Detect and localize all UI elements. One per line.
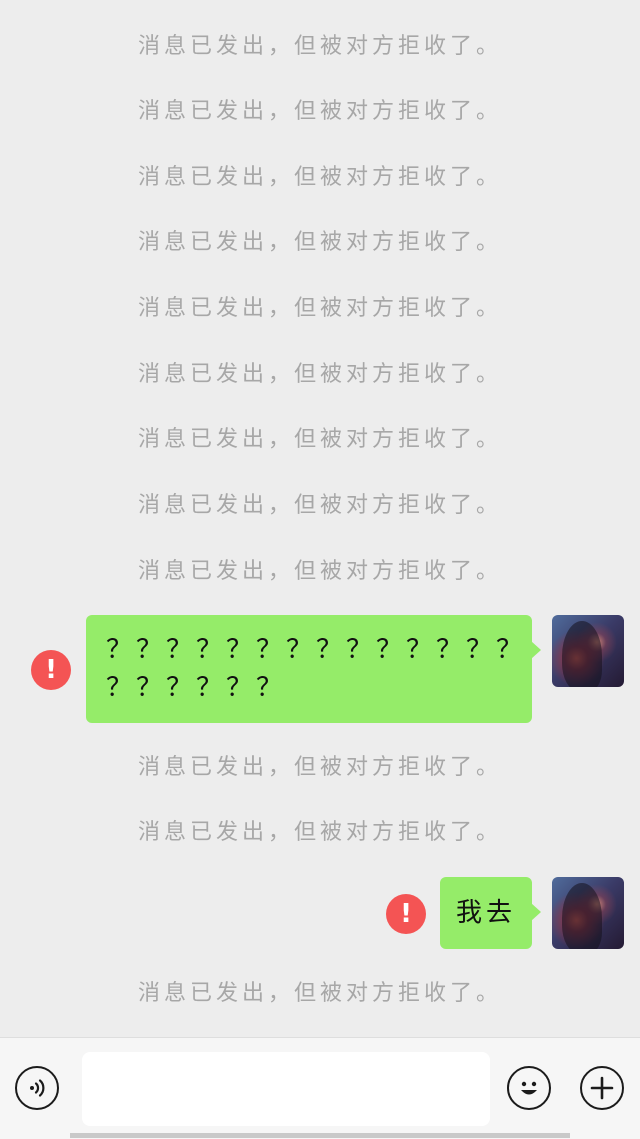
system-notice: 消息已发出，但被对方拒收了。 xyxy=(137,559,502,584)
more-button[interactable] xyxy=(580,1066,624,1110)
system-notice: 消息已发出，但被对方拒收了。 xyxy=(137,493,502,518)
system-notice: 消息已发出，但被对方拒收了。 xyxy=(137,427,502,452)
message-bubble[interactable]: 我去 xyxy=(440,877,541,949)
voice-icon xyxy=(30,1079,45,1097)
plus-icon xyxy=(590,1076,614,1100)
system-notice: 消息已发出，但被对方拒收了。 xyxy=(137,820,502,845)
message-text-line: ？？？？？？ xyxy=(106,673,287,703)
bubble-tail xyxy=(531,903,541,921)
system-notice: 消息已发出，但被对方拒收了。 xyxy=(137,362,502,387)
avatar[interactable] xyxy=(552,877,624,949)
system-notice: 消息已发出，但被对方拒收了。 xyxy=(137,755,502,780)
emoji-button[interactable] xyxy=(507,1066,551,1110)
avatar[interactable] xyxy=(552,615,624,687)
system-notice: 消息已发出，但被对方拒收了。 xyxy=(137,165,502,190)
bubble-tail xyxy=(531,641,541,659)
home-indicator xyxy=(70,1133,570,1138)
system-notice: 消息已发出，但被对方拒收了。 xyxy=(137,34,502,59)
message-input[interactable] xyxy=(82,1052,490,1126)
system-notice: 消息已发出，但被对方拒收了。 xyxy=(137,230,502,255)
input-bar xyxy=(0,1037,640,1139)
system-notice: 消息已发出，但被对方拒收了。 xyxy=(137,296,502,321)
message-row: ! ？？？？？？？？？？？？？？ ？？？？？？ xyxy=(0,615,640,723)
system-notice: 消息已发出，但被对方拒收了。 xyxy=(137,981,502,1006)
error-icon[interactable]: ! xyxy=(31,650,71,690)
message-text-line: ？？？？？？？？？？？？？？ xyxy=(106,635,527,665)
system-notice: 消息已发出，但被对方拒收了。 xyxy=(137,99,502,124)
message-text: 我去 xyxy=(455,898,516,928)
voice-button[interactable] xyxy=(15,1066,59,1110)
chat-area[interactable]: 消息已发出，但被对方拒收了。 消息已发出，但被对方拒收了。 消息已发出，但被对方… xyxy=(0,0,640,1037)
emoji-icon xyxy=(521,1081,537,1095)
message-bubble[interactable]: ？？？？？？？？？？？？？？ ？？？？？？ xyxy=(86,615,541,723)
error-icon[interactable]: ! xyxy=(386,894,426,934)
message-row: ! 我去 xyxy=(0,877,640,949)
